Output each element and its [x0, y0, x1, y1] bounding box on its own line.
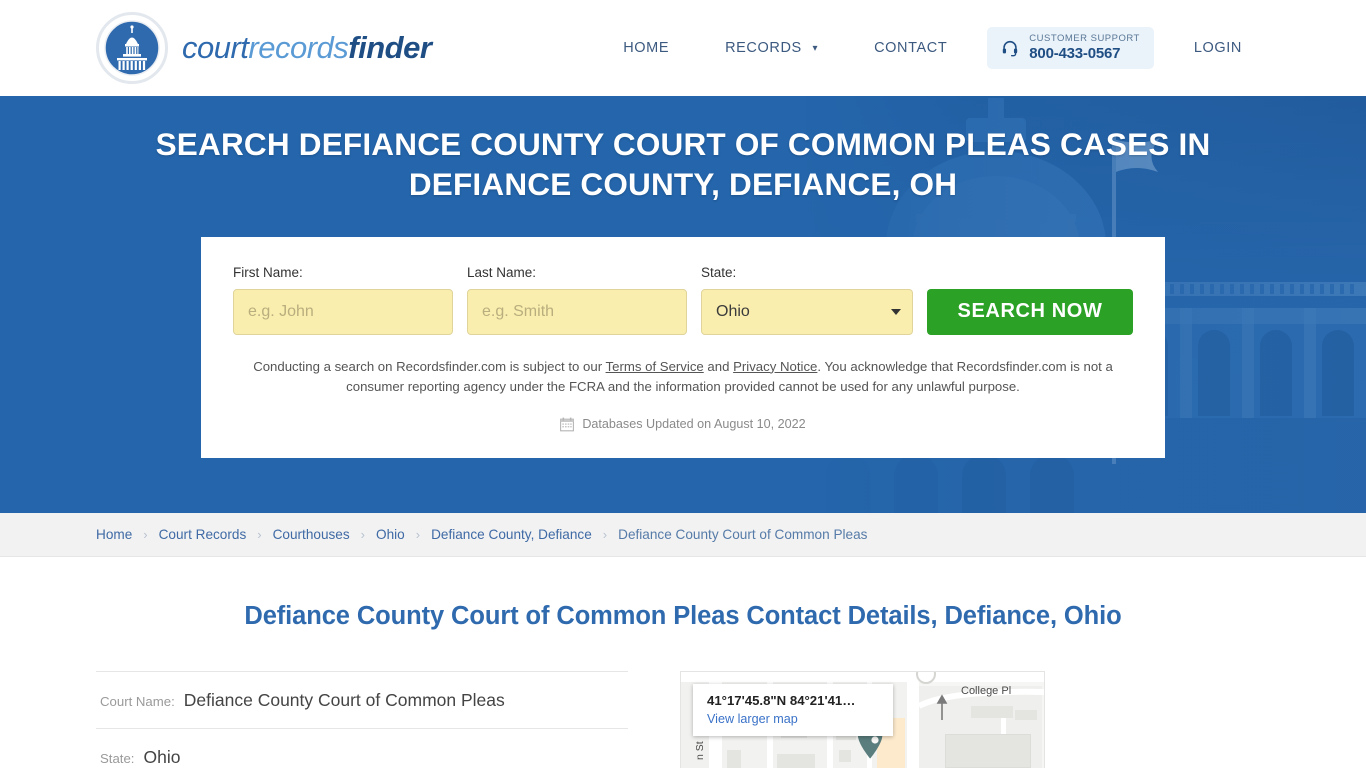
- chevron-right-icon: ›: [415, 527, 421, 542]
- detail-value-state: Ohio: [143, 747, 181, 767]
- nav-label-login: LOGIN: [1193, 39, 1242, 56]
- headset-icon: [1001, 39, 1019, 57]
- page-title: Defiance County Court of Common Pleas Co…: [244, 602, 1122, 630]
- chevron-down-icon: ▾: [812, 42, 819, 54]
- capitol-seal-icon: [96, 12, 168, 84]
- support-label: CUSTOMER SUPPORT: [1029, 32, 1140, 44]
- breadcrumb-item-defiance-county[interactable]: Defiance County, Defiance: [431, 527, 592, 542]
- svg-text:n St: n St: [694, 741, 706, 760]
- brand-part-finder: finder: [348, 30, 432, 65]
- nav-item-home[interactable]: HOME: [595, 30, 697, 66]
- nav-item-contact[interactable]: CONTACT: [846, 30, 975, 66]
- breadcrumb-item-courthouses[interactable]: Courthouses: [273, 527, 350, 542]
- nav-label-home: HOME: [623, 39, 670, 56]
- state-label: State:: [701, 264, 737, 280]
- chevron-right-icon: ›: [143, 527, 148, 542]
- first-name-input[interactable]: [233, 288, 453, 335]
- search-card: First Name: Last Name: State: Ohio SEARC…: [201, 236, 1165, 458]
- nav-item-records[interactable]: RECORDS ▾: [697, 30, 846, 66]
- detail-label-court-name: Court Name:: [100, 694, 175, 709]
- chevron-right-icon: ›: [602, 527, 608, 542]
- state-select[interactable]: Ohio: [701, 288, 913, 335]
- map-coordinates: 41°17'45.8"N 84°21'41…: [707, 693, 856, 708]
- court-details-table: Court Name: Defiance County Court of Com…: [96, 671, 628, 768]
- breadcrumb: Home › Court Records › Courthouses › Ohi…: [0, 513, 1366, 557]
- brand-logo[interactable]: courtrecordsfinder: [96, 12, 432, 84]
- breadcrumb-item-court-records[interactable]: Court Records: [159, 527, 247, 542]
- databases-updated: Databases Updated on August 10, 2022: [233, 417, 1133, 432]
- chevron-right-icon: ›: [257, 527, 262, 542]
- page-hero-title: SEARCH DEFIANCE COUNTY COURT OF COMMON P…: [155, 126, 1211, 203]
- location-map[interactable]: College Pl n St 41°17'45.8"N 84°21'41… V…: [680, 671, 1045, 768]
- brand-wordmark: courtrecordsfinder: [182, 30, 432, 66]
- detail-value-court-name: Defiance County Court of Common Pleas: [183, 690, 505, 710]
- site-header: courtrecordsfinder HOME RECORDS ▾ CONTAC…: [0, 0, 1366, 96]
- nav-label-records: RECORDS: [725, 39, 802, 56]
- privacy-notice-link[interactable]: Privacy Notice: [733, 359, 817, 374]
- main-navigation: HOME RECORDS ▾ CONTACT CUSTOMER SUPPORT …: [595, 26, 1270, 70]
- table-row: Court Name: Defiance County Court of Com…: [96, 671, 628, 728]
- terms-of-service-link[interactable]: Terms of Service: [606, 359, 704, 374]
- breadcrumb-item-ohio[interactable]: Ohio: [376, 527, 405, 542]
- chevron-right-icon: ›: [360, 527, 366, 542]
- last-name-label: Last Name:: [467, 264, 537, 280]
- brand-part-court: court: [182, 30, 249, 65]
- map-info-box: 41°17'45.8"N 84°21'41… View larger map: [693, 684, 893, 736]
- main-content: Defiance County Court of Common Pleas Co…: [0, 557, 1366, 768]
- nav-label-contact: CONTACT: [874, 39, 948, 56]
- calendar-icon: [560, 417, 575, 432]
- databases-updated-text: Databases Updated on August 10, 2022: [582, 417, 806, 432]
- breadcrumb-item-current: Defiance County Court of Common Pleas: [618, 527, 868, 542]
- table-row: State: Ohio: [96, 728, 628, 768]
- nav-item-login[interactable]: LOGIN: [1166, 30, 1270, 66]
- breadcrumb-item-home[interactable]: Home: [96, 527, 132, 542]
- last-name-input[interactable]: [467, 288, 687, 335]
- hero-section: SEARCH DEFIANCE COUNTY COURT OF COMMON P…: [0, 96, 1366, 513]
- view-larger-map-link[interactable]: View larger map: [707, 712, 879, 726]
- search-disclaimer: Conducting a search on Recordsfinder.com…: [243, 357, 1123, 397]
- svg-text:College Pl: College Pl: [961, 685, 1011, 697]
- customer-support-button[interactable]: CUSTOMER SUPPORT 800-433-0567: [987, 26, 1154, 70]
- first-name-label: First Name:: [233, 264, 303, 280]
- disclaimer-part-1: Conducting a search on Recordsfinder.com…: [253, 358, 606, 374]
- search-now-button[interactable]: SEARCH NOW: [927, 288, 1133, 335]
- support-phone: 800-433-0567: [1029, 44, 1121, 62]
- detail-label-state: State:: [100, 751, 135, 766]
- search-form: First Name: Last Name: State: Ohio SEARC…: [233, 265, 1133, 335]
- brand-part-records: records: [248, 30, 349, 65]
- disclaimer-part-2: and: [703, 358, 734, 374]
